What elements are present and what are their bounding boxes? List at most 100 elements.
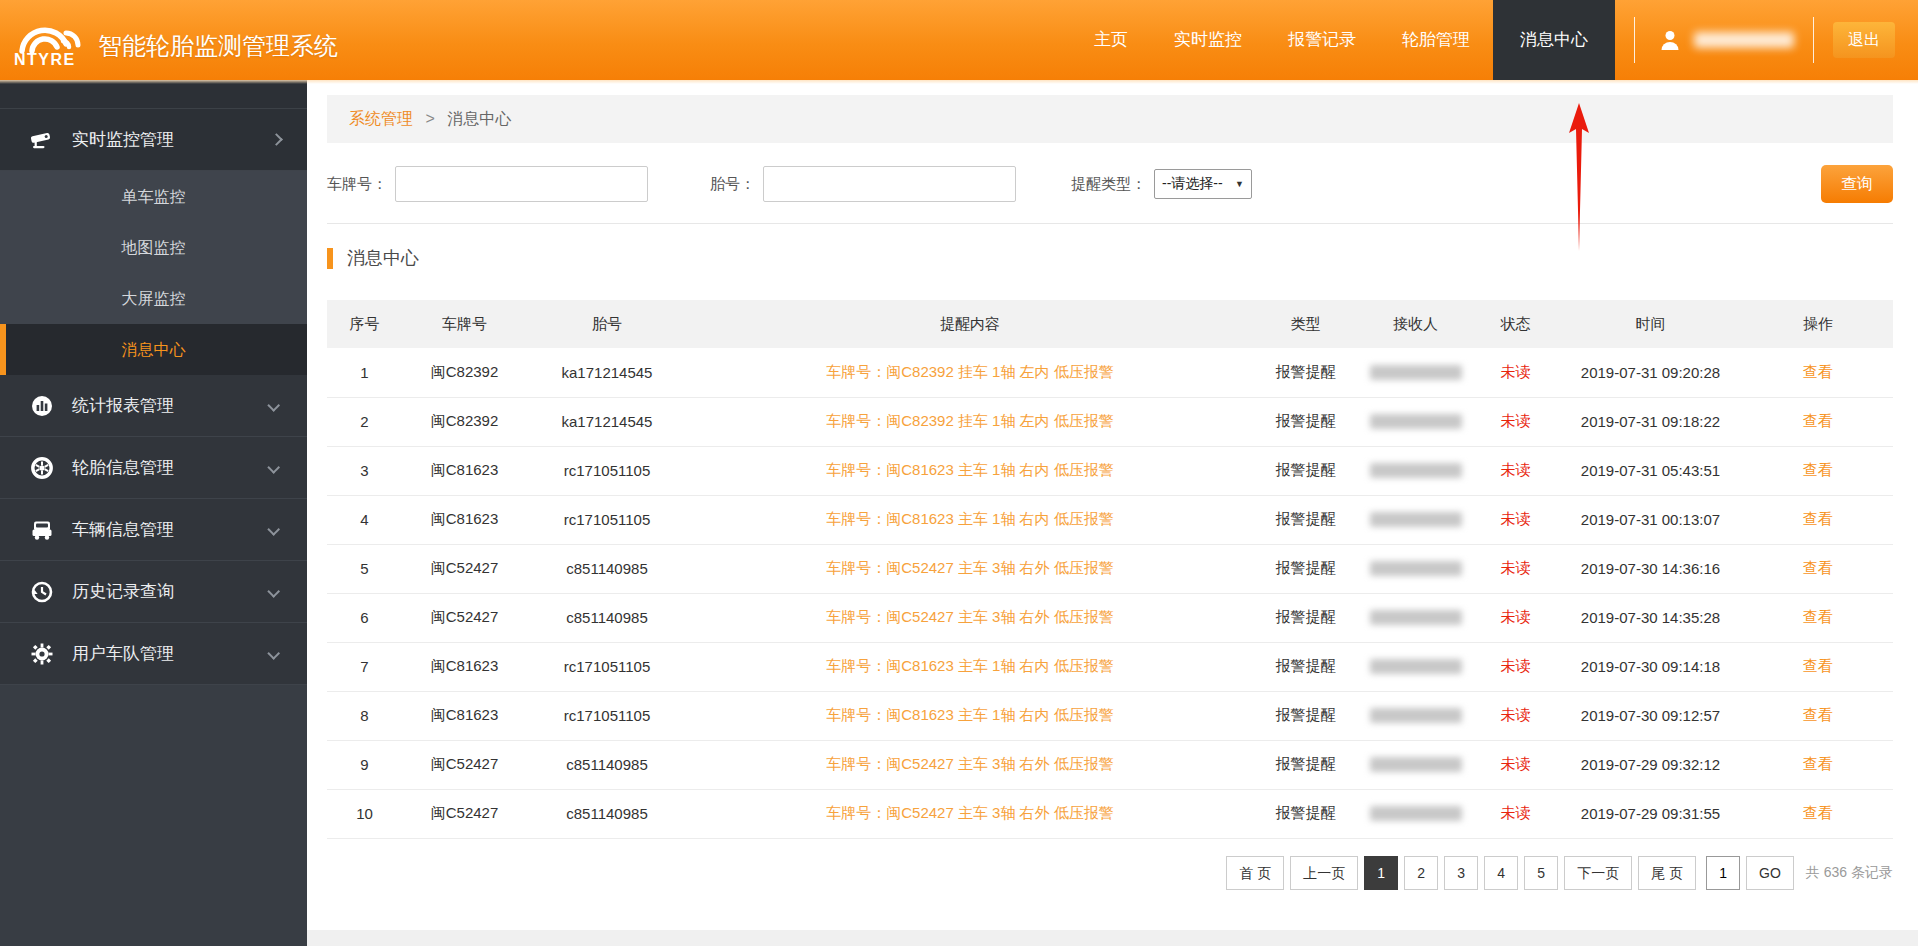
sidebar-group[interactable]: 用户车队管理 xyxy=(0,623,307,685)
bar-chart-icon xyxy=(30,394,54,418)
next-page-button[interactable]: 下一页 xyxy=(1564,856,1632,890)
cell-message-content: 车牌号：闽C52427 主车 3轴 右外 低压报警 xyxy=(687,593,1253,642)
sidebar-group[interactable]: 实时监控管理 xyxy=(0,109,307,171)
cell-plate: 闽C81623 xyxy=(402,495,527,544)
cell-receiver xyxy=(1358,544,1473,593)
page-button[interactable]: 4 xyxy=(1484,856,1518,890)
user-icon xyxy=(1658,28,1682,52)
cell-status: 未读 xyxy=(1473,789,1558,838)
cell-plate: 闽C52427 xyxy=(402,740,527,789)
cell-time: 2019-07-29 09:31:55 xyxy=(1558,789,1743,838)
top-nav-item[interactable]: 报警记录 xyxy=(1265,0,1379,80)
view-link[interactable]: 查看 xyxy=(1743,593,1893,642)
cell-plate: 闽C81623 xyxy=(402,691,527,740)
page-button[interactable]: 5 xyxy=(1524,856,1558,890)
pagination: 首 页上一页12345下一页尾 页GO共 636 条记录 xyxy=(327,856,1893,890)
cell-type: 报警提醒 xyxy=(1253,642,1358,691)
receiver-redacted xyxy=(1370,414,1462,429)
dropdown-arrow-icon: ▼ xyxy=(1235,179,1244,189)
app-header: NTYRE 智能轮胎监测管理系统 主页实时监控报警记录轮胎管理消息中心 退出 xyxy=(0,0,1918,80)
view-link[interactable]: 查看 xyxy=(1743,740,1893,789)
sidebar-group[interactable]: 历史记录查询 xyxy=(0,561,307,623)
top-nav-item[interactable]: 轮胎管理 xyxy=(1379,0,1493,80)
cell-index: 10 xyxy=(327,789,402,838)
sidebar-item[interactable]: 单车监控 xyxy=(0,171,307,222)
chevron-right-icon xyxy=(270,133,283,146)
cell-status: 未读 xyxy=(1473,740,1558,789)
section-title-bar xyxy=(327,248,333,269)
cell-time: 2019-07-31 05:43:51 xyxy=(1558,446,1743,495)
cell-type: 报警提醒 xyxy=(1253,789,1358,838)
first-page-button[interactable]: 首 页 xyxy=(1226,856,1284,890)
view-link[interactable]: 查看 xyxy=(1743,348,1893,397)
cell-type: 报警提醒 xyxy=(1253,544,1358,593)
last-page-button[interactable]: 尾 页 xyxy=(1638,856,1696,890)
sidebar-group[interactable]: 轮胎信息管理 xyxy=(0,437,307,499)
goto-page-input[interactable] xyxy=(1706,856,1740,890)
page-button[interactable]: 3 xyxy=(1444,856,1478,890)
cell-tire: rc171051105 xyxy=(527,691,687,740)
page-button[interactable]: 2 xyxy=(1404,856,1438,890)
view-link[interactable]: 查看 xyxy=(1743,397,1893,446)
username-redacted xyxy=(1694,32,1794,48)
cell-status: 未读 xyxy=(1473,642,1558,691)
view-link[interactable]: 查看 xyxy=(1743,691,1893,740)
tire-input[interactable] xyxy=(763,166,1016,202)
sidebar-top-strip xyxy=(0,80,307,109)
cell-message-content: 车牌号：闽C81623 主车 1轴 右内 低压报警 xyxy=(687,495,1253,544)
cell-receiver xyxy=(1358,642,1473,691)
sidebar-item[interactable]: 消息中心 xyxy=(0,324,307,375)
cell-plate: 闽C82392 xyxy=(402,397,527,446)
cell-time: 2019-07-30 09:12:57 xyxy=(1558,691,1743,740)
view-link[interactable]: 查看 xyxy=(1743,789,1893,838)
page-button[interactable]: 1 xyxy=(1364,856,1398,890)
cell-time: 2019-07-30 09:14:18 xyxy=(1558,642,1743,691)
logout-button[interactable]: 退出 xyxy=(1833,22,1895,58)
prev-page-button[interactable]: 上一页 xyxy=(1290,856,1358,890)
search-button[interactable]: 查询 xyxy=(1821,165,1893,203)
cell-tire: c851140985 xyxy=(527,740,687,789)
cell-receiver xyxy=(1358,446,1473,495)
cell-time: 2019-07-30 14:35:28 xyxy=(1558,593,1743,642)
go-button[interactable]: GO xyxy=(1746,856,1794,890)
sidebar-group-label: 用户车队管理 xyxy=(72,642,272,665)
cell-type: 报警提醒 xyxy=(1253,446,1358,495)
messages-table: 序号车牌号胎号提醒内容类型接收人状态时间操作 1闽C82392ka1712145… xyxy=(327,300,1893,839)
top-nav-item[interactable]: 主页 xyxy=(1071,0,1151,80)
cell-message-content: 车牌号：闽C81623 主车 1轴 右内 低压报警 xyxy=(687,691,1253,740)
cell-tire: rc171051105 xyxy=(527,446,687,495)
column-header: 状态 xyxy=(1473,300,1558,348)
view-link[interactable]: 查看 xyxy=(1743,642,1893,691)
cell-index: 1 xyxy=(327,348,402,397)
view-link[interactable]: 查看 xyxy=(1743,495,1893,544)
cell-plate: 闽C52427 xyxy=(402,789,527,838)
cell-index: 5 xyxy=(327,544,402,593)
sidebar-group[interactable]: 车辆信息管理 xyxy=(0,499,307,561)
sidebar-group[interactable]: 统计报表管理 xyxy=(0,375,307,437)
sidebar-item[interactable]: 地图监控 xyxy=(0,222,307,273)
column-header: 时间 xyxy=(1558,300,1743,348)
header-separator xyxy=(1813,17,1814,63)
column-header: 序号 xyxy=(327,300,402,348)
cell-message-content: 车牌号：闽C82392 挂车 1轴 左内 低压报警 xyxy=(687,348,1253,397)
column-header: 胎号 xyxy=(527,300,687,348)
table-row: 8闽C81623rc171051105车牌号：闽C81623 主车 1轴 右内 … xyxy=(327,691,1893,740)
top-nav-item[interactable]: 消息中心 xyxy=(1493,0,1615,80)
view-link[interactable]: 查看 xyxy=(1743,544,1893,593)
cell-type: 报警提醒 xyxy=(1253,593,1358,642)
breadcrumb-parent[interactable]: 系统管理 xyxy=(349,110,413,127)
type-select[interactable]: --请选择-- ▼ xyxy=(1154,169,1252,199)
receiver-redacted xyxy=(1370,659,1462,674)
top-nav-item[interactable]: 实时监控 xyxy=(1151,0,1265,80)
section-title-text: 消息中心 xyxy=(347,246,419,270)
logo-text: NTYRE xyxy=(14,51,76,69)
cell-status: 未读 xyxy=(1473,544,1558,593)
sidebar-item[interactable]: 大屏监控 xyxy=(0,273,307,324)
plate-input[interactable] xyxy=(395,166,648,202)
view-link[interactable]: 查看 xyxy=(1743,446,1893,495)
cell-index: 3 xyxy=(327,446,402,495)
cctv-camera-icon xyxy=(30,128,54,152)
logo-arcs-icon: NTYRE xyxy=(14,11,90,69)
cell-index: 9 xyxy=(327,740,402,789)
cell-receiver xyxy=(1358,495,1473,544)
